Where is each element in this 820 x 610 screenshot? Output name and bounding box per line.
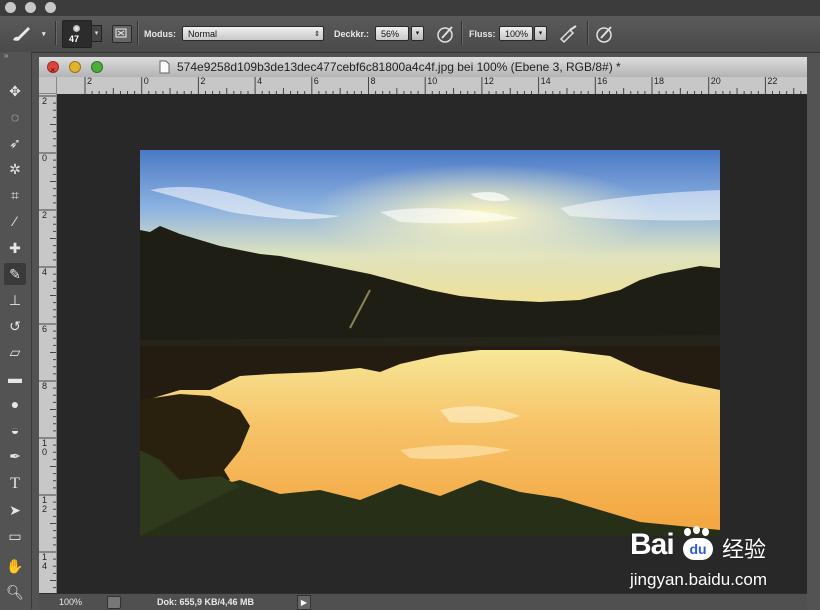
baidu-paw-logo: du xyxy=(680,526,716,562)
divider xyxy=(137,21,139,45)
lasso-tool-icon[interactable]: ➶ xyxy=(4,132,26,154)
v-ruler-label: 1 0 xyxy=(42,438,48,457)
watermark-url: jingyan.baidu.com xyxy=(630,570,768,589)
shape-tool-icon[interactable]: ▭ xyxy=(4,525,26,547)
share-icon[interactable] xyxy=(107,596,121,609)
divider xyxy=(587,21,589,45)
vertical-ruler-ticks xyxy=(39,95,56,589)
h-ruler-label: 16 xyxy=(597,77,608,86)
h-ruler-label: 4 xyxy=(257,77,263,86)
flow-dropdown-button[interactable]: ▾ xyxy=(534,26,547,41)
window-minimize-button[interactable] xyxy=(25,2,36,13)
ruler-origin[interactable] xyxy=(39,77,57,94)
document-file-icon xyxy=(159,60,170,74)
v-ruler-label: 1 2 xyxy=(42,495,48,514)
move-tool-icon[interactable]: ✥ xyxy=(4,80,26,102)
h-ruler-label: 2 xyxy=(200,77,206,86)
brush-panel-icon xyxy=(115,28,127,38)
flow-value: 100% xyxy=(505,29,529,39)
eyedropper-tool-icon[interactable]: ⁄ xyxy=(4,210,26,232)
v-ruler-label: 0 xyxy=(42,153,48,163)
photo-lake-sunset xyxy=(140,150,720,536)
watermark-paw-text: du xyxy=(689,541,707,557)
horizontal-ruler[interactable]: 2 0 2 4 6 8 10 12 14 16 18 20 22 xyxy=(57,77,807,95)
zoom-tool-icon[interactable]: 🔍︎ xyxy=(4,581,26,603)
blur-tool-icon[interactable]: ● xyxy=(4,393,26,415)
hand-tool-icon[interactable]: ✋ xyxy=(4,555,26,577)
h-ruler-label: 0 xyxy=(143,77,149,86)
blend-mode-value: Normal xyxy=(188,29,218,39)
status-menu-arrow-icon[interactable]: ▶ xyxy=(297,595,311,610)
pressure-size-icon[interactable] xyxy=(595,24,615,44)
tool-preset-dropdown[interactable]: ▾ xyxy=(42,30,46,38)
healing-brush-tool-icon[interactable]: ✚ xyxy=(4,237,26,259)
watermark-cn-text: 经验 xyxy=(722,537,767,562)
airbrush-icon[interactable] xyxy=(558,24,580,44)
doc-zoom-button[interactable] xyxy=(91,61,103,73)
marquee-tool-icon[interactable]: ◌ xyxy=(4,106,26,128)
type-tool-icon[interactable]: T xyxy=(4,473,26,495)
window-zoom-button[interactable] xyxy=(45,2,56,13)
h-ruler-label: 2 xyxy=(87,77,93,86)
eraser-tool-icon[interactable]: ▱ xyxy=(4,341,26,363)
panel-collapse-icon[interactable]: » xyxy=(4,52,26,60)
h-ruler-label: 18 xyxy=(654,77,665,86)
mode-label: Modus: xyxy=(144,29,176,39)
document-info: Dok: 655,9 KB/4,46 MB xyxy=(157,597,255,607)
brush-tool-icon[interactable]: ✎ xyxy=(4,263,26,285)
select-arrows-icon: ⇕ xyxy=(314,31,320,38)
options-bar: ▾ 47 ▾ Modus: Normal ⇕ Deckkr.: 56% ▾ Fl… xyxy=(0,16,820,53)
brush-tool-icon[interactable] xyxy=(10,25,32,43)
opacity-value: 56% xyxy=(381,29,400,39)
v-ruler-label: 1 4 xyxy=(42,552,48,571)
brush-size-value: 47 xyxy=(69,34,80,44)
v-ruler-label: 8 xyxy=(42,381,48,391)
tools-panel: » ✥ ◌ ➶ ✲ ⌗ ⁄ ✚ ✎ ⊥ ↺ ▱ ▬ ● ◒ ✒ T ➤ ▭ ✋ … xyxy=(0,52,32,609)
h-ruler-label: 10 xyxy=(427,77,438,86)
pressure-opacity-icon[interactable] xyxy=(436,24,456,44)
v-ruler-label: 6 xyxy=(42,324,48,334)
zoom-level[interactable]: 100% xyxy=(59,594,82,610)
brush-preset-picker[interactable]: 47 xyxy=(62,20,92,48)
app-title-bar xyxy=(0,0,820,16)
window-close-button[interactable] xyxy=(5,2,16,13)
h-ruler-label: 8 xyxy=(370,77,376,86)
document-title-bar: × 574e9258d109b3de13dec477cebf6c81800a4c… xyxy=(39,57,807,78)
crop-tool-icon[interactable]: ⌗ xyxy=(4,184,26,206)
vertical-ruler[interactable]: 2 0 2 4 6 8 1 0 1 2 1 4 xyxy=(39,94,57,593)
doc-minimize-button[interactable] xyxy=(69,61,81,73)
dodge-tool-icon[interactable]: ◒ xyxy=(4,419,26,441)
pen-tool-icon[interactable]: ✒ xyxy=(4,445,26,467)
opacity-dropdown-button[interactable]: ▾ xyxy=(411,26,424,41)
flow-label: Fluss: xyxy=(469,29,496,39)
v-ruler-label: 2 xyxy=(42,96,48,106)
blend-mode-select[interactable]: Normal ⇕ xyxy=(182,26,324,41)
h-ruler-label: 12 xyxy=(483,77,494,86)
opacity-label: Deckkr.: xyxy=(334,29,370,39)
document-title: 574e9258d109b3de13dec477cebf6c81800a4c4f… xyxy=(177,60,621,74)
h-ruler-label: 20 xyxy=(710,77,721,86)
baidu-watermark: Bai du 经验 jingyan.baidu.com xyxy=(604,520,804,600)
brush-preset-dropdown[interactable]: ▾ xyxy=(91,25,102,42)
watermark-brand: Bai xyxy=(630,528,675,561)
v-ruler-label: 4 xyxy=(42,267,48,277)
v-ruler-label: 2 xyxy=(42,210,48,220)
opacity-input[interactable]: 56% xyxy=(375,26,409,41)
doc-close-button[interactable]: × xyxy=(47,61,59,75)
canvas-area[interactable] xyxy=(57,94,807,593)
divider xyxy=(461,21,463,45)
flow-input[interactable]: 100% xyxy=(499,26,533,41)
path-selection-tool-icon[interactable]: ➤ xyxy=(4,499,26,521)
divider xyxy=(55,21,57,45)
magic-wand-tool-icon[interactable]: ✲ xyxy=(4,158,26,180)
brush-panel-toggle-button[interactable] xyxy=(112,25,132,43)
history-brush-tool-icon[interactable]: ↺ xyxy=(4,315,26,337)
brush-tip-icon xyxy=(73,25,80,32)
h-ruler-label: 14 xyxy=(540,77,551,86)
clone-stamp-tool-icon[interactable]: ⊥ xyxy=(4,289,26,311)
h-ruler-label: 22 xyxy=(767,77,778,86)
gradient-tool-icon[interactable]: ▬ xyxy=(4,367,26,389)
h-ruler-label: 6 xyxy=(313,77,319,86)
